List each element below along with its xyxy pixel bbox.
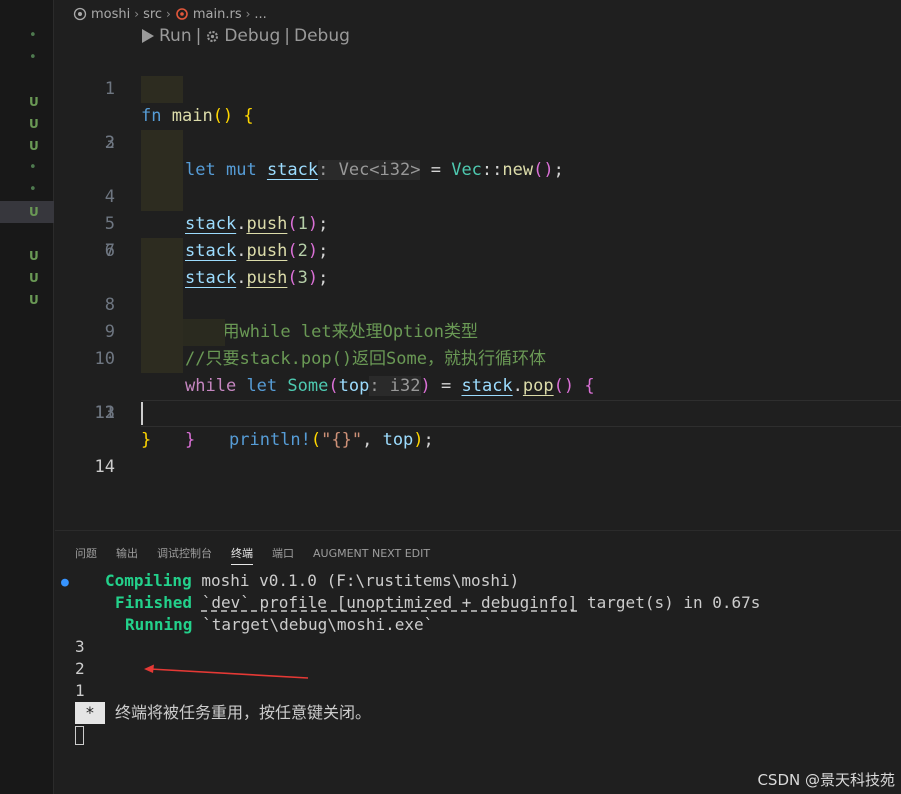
indent-guide: [183, 319, 225, 346]
terminal-line-running: Running `target\debug\moshi.exe`: [125, 615, 434, 634]
tab-problems[interactable]: 问题: [75, 544, 97, 564]
breadcrumb-item-file[interactable]: main.rs: [193, 7, 242, 22]
code-line[interactable]: 2 let mut stack: Vec<i32> = Vec::new();: [55, 76, 901, 180]
codelens-separator: |: [284, 26, 290, 46]
terminal-reuse-message: 终端将被任务重用，按任意键关闭。: [115, 703, 372, 722]
code-line-current[interactable]: 14: [55, 400, 901, 477]
indent-guide: [141, 130, 183, 157]
indent-guide: [141, 319, 183, 346]
code-line[interactable]: 1 fn main() {: [55, 49, 901, 126]
scm-untracked-marker[interactable]: U: [0, 91, 54, 113]
text-cursor: [141, 402, 143, 425]
code-text: }: [185, 430, 196, 450]
tab-terminal[interactable]: 终端: [231, 544, 253, 565]
red-annotation-arrow: [144, 664, 309, 679]
scm-modified-dot: •: [29, 50, 37, 65]
scm-untracked-marker[interactable]: U: [0, 135, 54, 157]
indent-guide: [141, 292, 183, 319]
watermark: CSDN @景天科技苑: [757, 771, 895, 789]
terminal-star-badge: *: [75, 702, 105, 724]
indent-guide: [141, 238, 183, 265]
code-line[interactable]: 3: [55, 103, 901, 153]
terminal-output-line: 2: [75, 659, 85, 678]
terminal-line-finished: Finished `dev` profile [unoptimized + de…: [115, 593, 761, 612]
breadcrumb-item-symbol[interactable]: ...: [254, 7, 266, 22]
chevron-right-icon: ›: [134, 7, 140, 21]
panel-tabs: 问题 输出 调试控制台 终端 端口 AUGMENT NEXT EDIT: [75, 544, 449, 565]
code-text: }: [141, 430, 152, 450]
code-line[interactable]: 5 stack.push(2);: [55, 157, 901, 261]
indent-guide: [141, 346, 183, 373]
terminal-output-line: 3: [75, 637, 85, 656]
scm-modified-dot: •: [29, 182, 37, 197]
code-line[interactable]: 11 println!("{}", top);: [55, 319, 901, 450]
scm-modified-dot: •: [29, 28, 37, 43]
scm-untracked-marker-active[interactable]: U: [0, 201, 54, 223]
gear-icon: [207, 30, 219, 42]
code-text: println!("{}", top);: [229, 430, 434, 450]
terminal-output-line: 1: [75, 681, 85, 700]
code-line[interactable]: 4 stack.push(1);: [55, 130, 901, 234]
terminal-status-dot[interactable]: ●: [61, 575, 69, 590]
scm-untracked-marker[interactable]: U: [0, 245, 54, 267]
scm-untracked-marker[interactable]: U: [0, 289, 54, 311]
tab-augment-next-edit[interactable]: AUGMENT NEXT EDIT: [313, 544, 430, 564]
chevron-right-icon: ›: [166, 7, 171, 21]
folder-circle-icon: [73, 7, 87, 21]
rust-file-icon: [176, 8, 188, 20]
current-line-highlight: [141, 400, 901, 427]
indent-guide: [141, 265, 183, 292]
codelens-run[interactable]: Run: [159, 26, 192, 46]
chevron-right-icon: ›: [245, 7, 251, 21]
code-editor[interactable]: moshi › src › main.rs › ... Run | Debug …: [55, 0, 901, 530]
indent-guide: [141, 157, 183, 184]
codelens-debug-gear[interactable]: Debug: [224, 26, 280, 46]
code-line[interactable]: 12 }: [55, 346, 901, 450]
tab-ports[interactable]: 端口: [272, 544, 294, 564]
scm-untracked-marker[interactable]: U: [0, 113, 54, 135]
code-line[interactable]: 9 //只要stack.pop()返回Some，就执行循环体: [55, 265, 901, 369]
tab-output[interactable]: 输出: [116, 544, 138, 564]
breadcrumb-item-folder[interactable]: src: [143, 7, 162, 22]
code-line[interactable]: 10 while let Some(top: i32) = stack.pop(…: [55, 292, 901, 396]
codelens: Run | Debug | Debug: [141, 26, 350, 46]
terminal-cursor: [75, 726, 84, 745]
indent-guide: [141, 76, 183, 103]
code-line[interactable]: 7: [55, 211, 901, 261]
codelens-separator: |: [195, 26, 202, 46]
code-line[interactable]: 8 //使用while let来处理Option类型: [55, 238, 901, 342]
code-line[interactable]: 6 stack.push(3);: [55, 184, 901, 288]
codelens-debug[interactable]: Debug: [294, 26, 350, 46]
code-line[interactable]: 13 }: [55, 373, 901, 450]
breadcrumb-item-project[interactable]: moshi: [91, 7, 130, 22]
scm-gutter: • • U U U • • U U U U: [0, 0, 54, 794]
play-icon: [142, 29, 154, 43]
scm-modified-dot: •: [29, 160, 37, 175]
terminal-line-compiling: Compiling moshi v0.1.0 (F:\rustitems\mos…: [105, 571, 520, 590]
indent-guide: [141, 184, 183, 211]
tab-debug-console[interactable]: 调试控制台: [157, 544, 212, 564]
scm-untracked-marker[interactable]: U: [0, 267, 54, 289]
line-number: 14: [94, 457, 115, 477]
breadcrumb: moshi › src › main.rs › ...: [73, 4, 267, 24]
